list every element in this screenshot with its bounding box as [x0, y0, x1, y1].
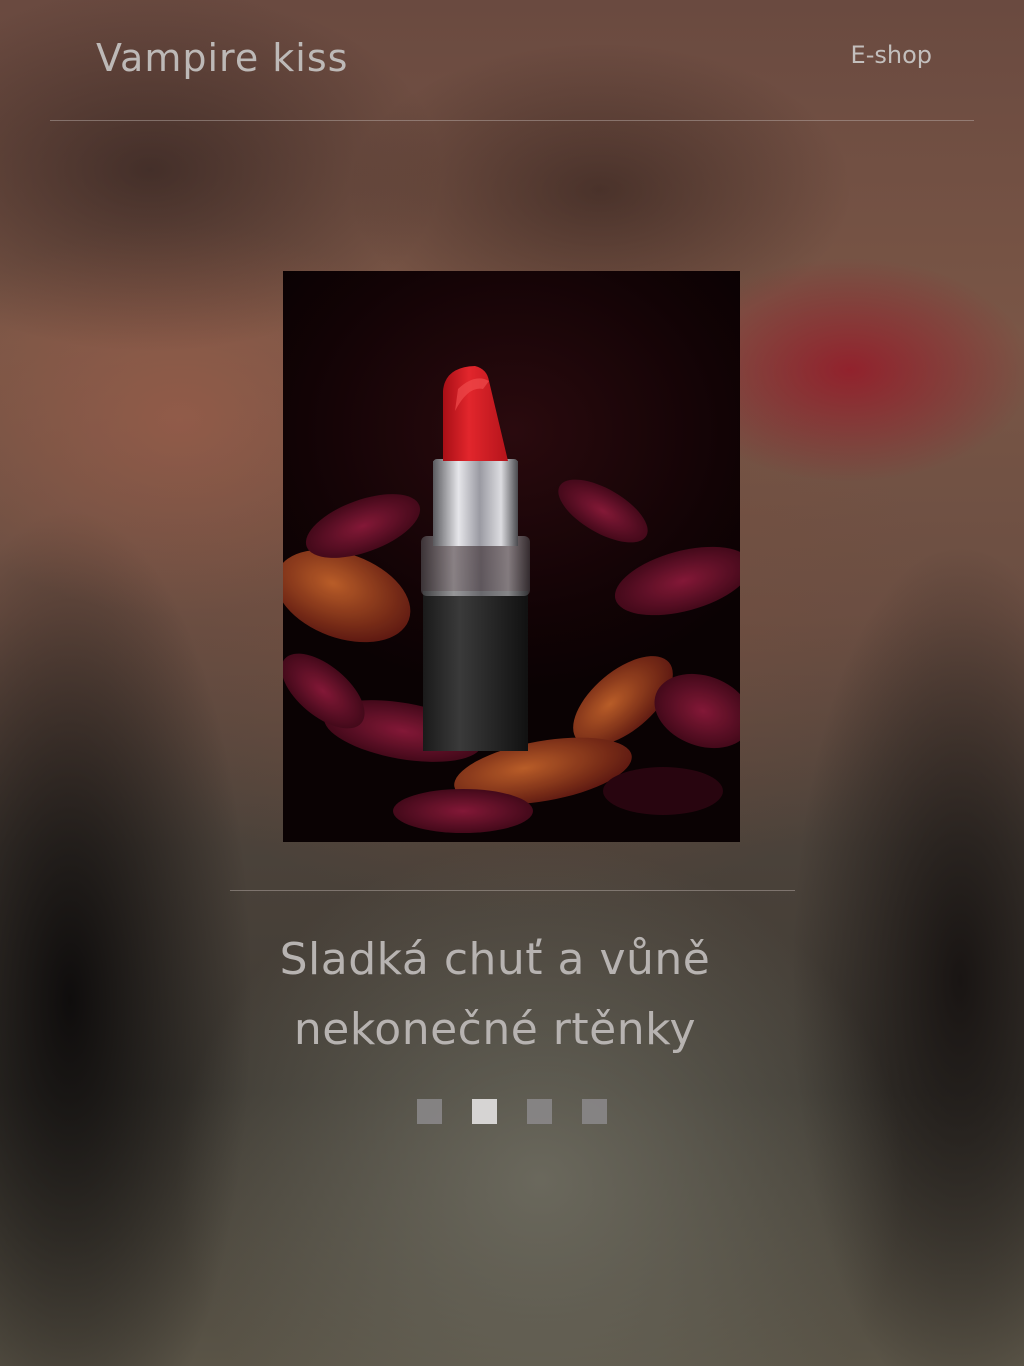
- slide-caption-line-1: Sladká chuť a vůně: [279, 934, 711, 985]
- slide-caption: Sladká chuť a vůně nekonečné rtěnky: [230, 925, 760, 1065]
- lipstick-photo: [283, 366, 740, 833]
- slider-dot-1[interactable]: [417, 1099, 442, 1124]
- slide-caption-line-2: nekonečné rtěnky: [293, 1004, 697, 1055]
- slider-dot-4[interactable]: [582, 1099, 607, 1124]
- eshop-link[interactable]: E-shop: [851, 41, 932, 69]
- brand-logo-text[interactable]: Vampire kiss: [96, 36, 348, 80]
- slider-dot-2[interactable]: [472, 1099, 497, 1124]
- section-divider: [230, 890, 795, 891]
- top-bar: Vampire kiss E-shop: [50, 0, 974, 121]
- slider-dot-3[interactable]: [527, 1099, 552, 1124]
- hero-image: [283, 271, 740, 842]
